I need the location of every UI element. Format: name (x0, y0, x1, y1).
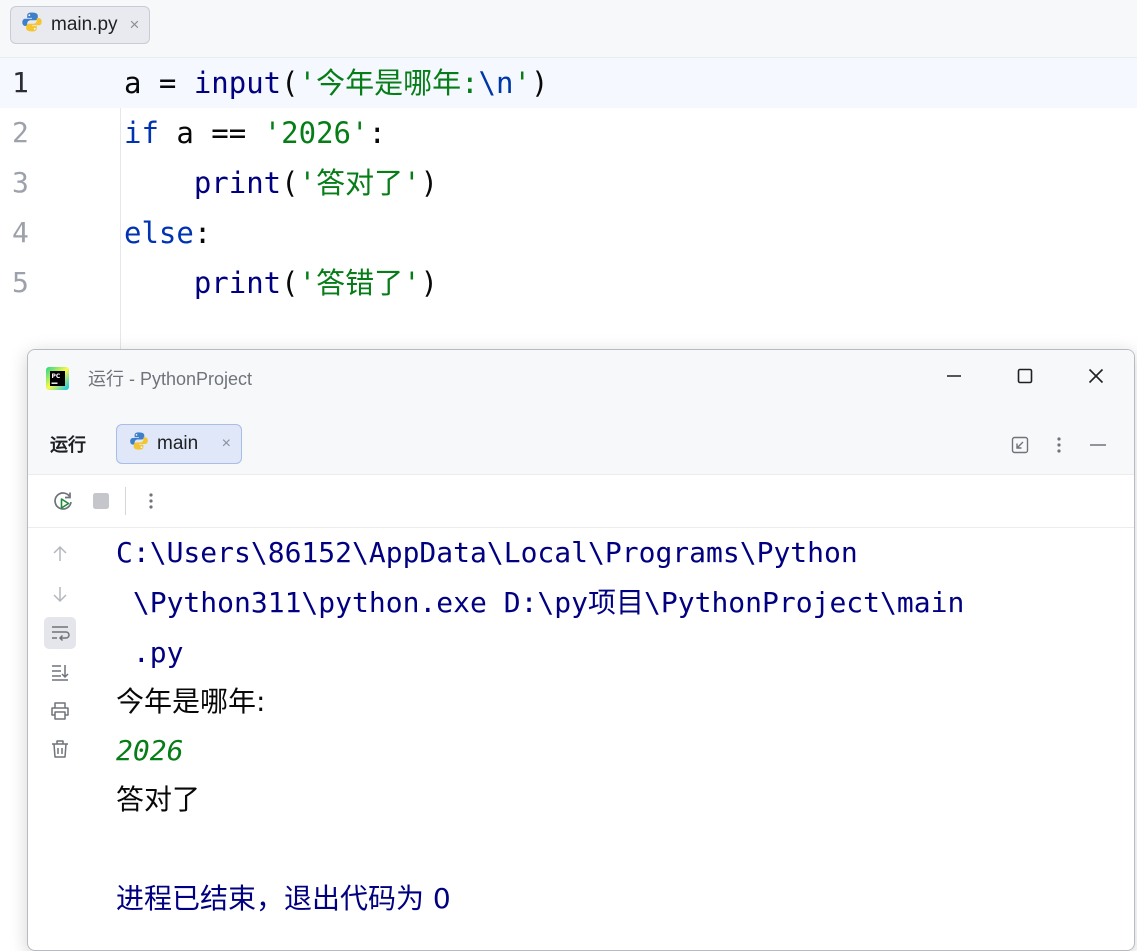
code-token: ) (420, 266, 439, 300)
code-token: ) (530, 66, 549, 100)
editor-tab-label: main.py (51, 14, 118, 35)
window-titlebar[interactable]: PC 运行 - PythonProject (28, 350, 1134, 408)
code-token: input (193, 66, 282, 100)
run-tab-main[interactable]: main × (116, 424, 242, 464)
console-user-input: 2026 (116, 734, 184, 767)
arrow-down-icon[interactable] (44, 578, 76, 610)
code-token: print (193, 166, 282, 200)
editor-tab-bar: main.py × (0, 0, 1137, 58)
rerun-icon[interactable] (50, 488, 76, 514)
maximize-icon (1016, 367, 1034, 389)
run-tool-window: PC 运行 - PythonProject 运行 main × C:\Users… (27, 349, 1135, 951)
tool-window-label: 运行 (50, 435, 86, 455)
more-options-icon[interactable] (138, 488, 164, 514)
code-text: print('答错了') (124, 258, 438, 308)
editor-tab-main-py[interactable]: main.py × (10, 6, 151, 44)
code-line[interactable]: 2 if a == '2026': (0, 108, 1137, 158)
line-number: 3 (12, 166, 29, 199)
svg-text:PC: PC (52, 373, 61, 380)
code-text: print('答对了') (124, 158, 438, 208)
code-line[interactable]: 4 else: (0, 208, 1137, 258)
console-command-line: C:\Users\86152\AppData\Local\Programs\Py… (116, 536, 858, 569)
code-token: '今年是哪年: (298, 66, 479, 100)
code-token: ) (420, 166, 439, 200)
console-output-line: 答对了 (116, 783, 201, 816)
code-token: ( (281, 166, 299, 200)
run-toolbar (28, 475, 1134, 528)
code-token: if (124, 116, 159, 150)
line-number: 5 (12, 266, 29, 299)
code-token: print (193, 266, 282, 300)
arrow-up-icon[interactable] (44, 538, 76, 570)
python-icon (129, 431, 149, 457)
console-side-toolbar (28, 528, 92, 950)
minimize-button[interactable] (934, 360, 974, 396)
restore-layout-icon[interactable] (1007, 432, 1033, 458)
code-token: \n (478, 66, 514, 100)
scroll-to-end-icon[interactable] (44, 656, 76, 688)
code-token: : (368, 116, 386, 150)
run-tab-label: main (157, 433, 199, 454)
code-token: : (193, 216, 212, 250)
window-title: 运行 - PythonProject (88, 369, 253, 389)
code-line[interactable]: 1 a = input('今年是哪年:\n') (0, 58, 1137, 108)
close-button[interactable] (1076, 360, 1116, 396)
code-token: '答错了' (298, 266, 421, 300)
code-token: a == (158, 116, 264, 150)
trash-icon[interactable] (44, 733, 76, 765)
more-options-icon[interactable] (1046, 432, 1072, 458)
code-token: a = (124, 66, 194, 100)
line-number: 2 (12, 116, 29, 149)
pycharm-icon: PC (46, 367, 69, 390)
code-text: a = input('今年是哪年:\n') (124, 58, 548, 108)
maximize-button[interactable] (1005, 360, 1045, 396)
console-command-line: .py (116, 636, 184, 669)
hide-panel-icon[interactable] (1085, 432, 1111, 458)
line-number: 1 (12, 66, 29, 99)
line-number: 4 (12, 216, 29, 249)
code-token: ( (281, 66, 299, 100)
toolbar-separator (125, 487, 126, 515)
stop-icon[interactable] (88, 488, 114, 514)
tab-close-icon[interactable]: × (130, 15, 140, 35)
code-token: ( (281, 266, 299, 300)
code-token: ' (513, 66, 531, 100)
code-token: '2026' (263, 116, 369, 150)
code-token: '答对了' (298, 166, 421, 200)
code-text: else: (124, 208, 211, 258)
code-text: if a == '2026': (124, 108, 386, 158)
code-line[interactable]: 3 print('答对了') (0, 158, 1137, 208)
console-prompt: 今年是哪年: (116, 685, 266, 718)
code-token: else (124, 216, 194, 250)
code-editor[interactable]: 1 a = input('今年是哪年:\n') 2 if a == '2026'… (0, 58, 1137, 358)
console-exit-message: 进程已结束，退出代码为 0 (116, 882, 451, 915)
run-tool-header: 运行 main × (28, 408, 1134, 475)
python-icon (21, 11, 43, 39)
print-icon[interactable] (44, 695, 76, 727)
console-command-line: \Python311\python.exe D:\py项目\PythonProj… (116, 586, 965, 619)
code-line[interactable]: 5 print('答错了') (0, 258, 1137, 308)
minimize-icon (945, 367, 963, 389)
tab-close-icon[interactable]: × (222, 435, 231, 453)
close-icon (1087, 367, 1105, 389)
soft-wrap-icon[interactable] (44, 617, 76, 649)
